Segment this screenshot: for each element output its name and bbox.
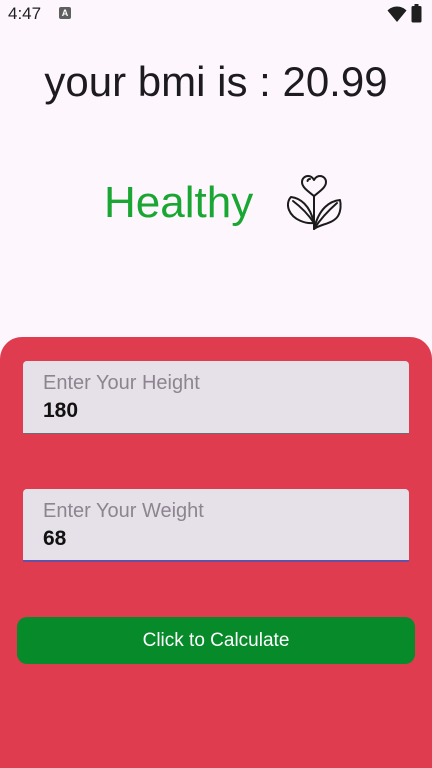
notification-icon: A — [59, 7, 71, 19]
weight-field-label: Enter Your Weight — [43, 500, 204, 522]
status-icons — [387, 4, 422, 28]
status-time: 4:47 — [8, 4, 42, 23]
bmi-result-text: your bmi is : 20.99 — [44, 58, 388, 105]
heart-plant-icon — [283, 172, 345, 234]
height-field[interactable]: Enter Your Height 180 — [23, 361, 409, 434]
wifi-icon — [387, 5, 407, 28]
weight-input[interactable]: 68 — [43, 527, 66, 551]
bmi-category-row: Healthy — [0, 172, 432, 236]
bmi-category-label: Healthy — [104, 178, 254, 227]
height-field-label: Enter Your Height — [43, 372, 200, 394]
battery-icon — [411, 4, 422, 28]
status-bar: 4:47 A — [0, 0, 432, 28]
weight-field[interactable]: Enter Your Weight 68 — [23, 489, 409, 562]
calculate-button[interactable]: Click to Calculate — [17, 617, 415, 664]
bmi-calculator-screen: 4:47 A your bmi is : 20.99 Healthy Enter… — [0, 0, 432, 768]
height-input[interactable]: 180 — [43, 399, 78, 423]
